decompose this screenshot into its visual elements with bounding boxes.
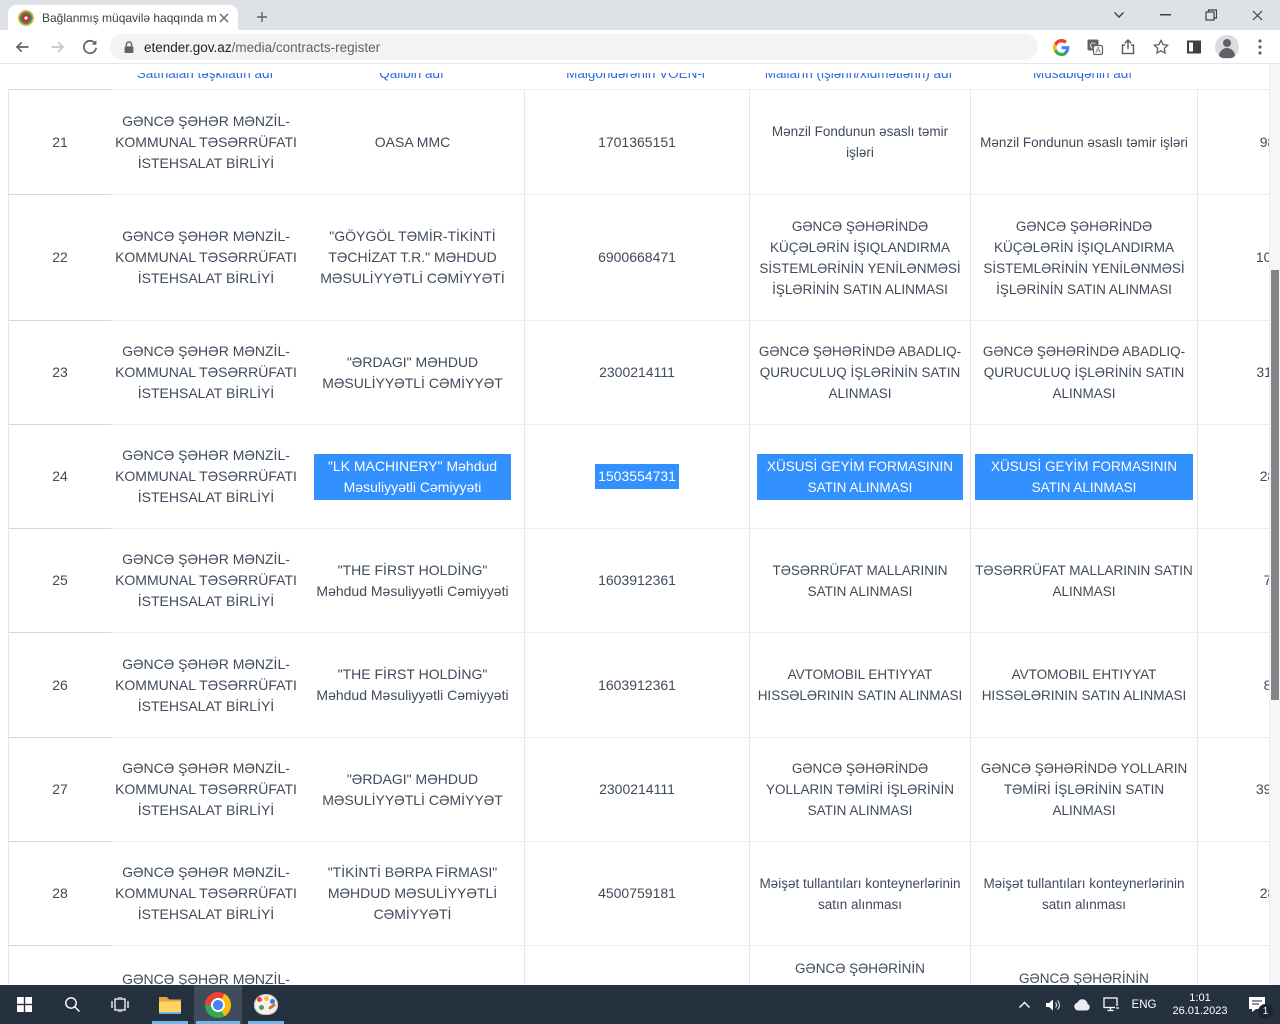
browser-tab[interactable]: Bağlanmış müqavilə haqqında mə [8, 5, 238, 30]
browser-toolbar: etender.gov.az/media/contracts-register … [0, 30, 1280, 64]
header-num [8, 73, 110, 89]
header-goods[interactable]: Malların (işlərin/xidmətlərin) adı [748, 73, 969, 89]
action-center-button[interactable]: 1 [1240, 985, 1274, 1024]
system-tray: ENG 1:01 26.01.2023 1 [1012, 985, 1280, 1024]
start-button[interactable] [0, 985, 48, 1024]
selected-text: XÜSUSİ GEYİM FORMASININ SATIN ALINMASI [975, 454, 1193, 500]
clock-time: 1:01 [1189, 992, 1210, 1004]
table-row: 28 GƏNCƏ ŞƏHƏR MƏNZİL-KOMMUNAL TƏSƏRRÜFA… [9, 841, 1280, 945]
paint-button[interactable] [242, 985, 290, 1024]
url-domain: etender.gov.az [144, 40, 232, 55]
selected-text: "LK MACHINERY" Məhdud Məsuliyyətli Cəmiy… [314, 454, 511, 500]
toolbar-actions: GA [1045, 34, 1276, 60]
start-icon [17, 997, 32, 1012]
window-controls [1096, 0, 1280, 30]
network-icon[interactable] [1099, 985, 1124, 1024]
table-row: 25 GƏNCƏ ŞƏHƏR MƏNZİL-KOMMUNAL TƏSƏRRÜFA… [9, 528, 1280, 632]
file-explorer-button[interactable] [146, 985, 194, 1024]
new-tab-button[interactable] [252, 7, 272, 27]
tab-title: Bağlanmış müqavilə haqqında mə [42, 11, 216, 25]
header-org[interactable]: Satınalan təşkilatın adı [110, 73, 300, 89]
profile-avatar[interactable] [1210, 34, 1243, 60]
header-voen[interactable]: Malgöndərənin VÖEN-i [523, 73, 748, 89]
task-view-button[interactable] [96, 985, 144, 1024]
restore-button[interactable] [1188, 0, 1234, 30]
translate-icon[interactable]: GA [1078, 34, 1111, 60]
header-winner[interactable]: Qalibin adı [300, 73, 523, 89]
screen: Bağlanmış müqavilə haqqında mə [0, 0, 1280, 1024]
table-row: 21 GƏNCƏ ŞƏHƏR MƏNZİL-KOMMUNAL TƏSƏRRÜFA… [9, 89, 1280, 194]
forward-icon[interactable] [46, 35, 70, 59]
url-path: /media/contracts-register [232, 40, 381, 55]
onedrive-cloud-icon[interactable] [1070, 985, 1095, 1024]
google-g-icon[interactable] [1045, 34, 1078, 60]
url-text: etender.gov.az/media/contracts-register [144, 40, 380, 55]
taskbar-clock[interactable]: 1:01 26.01.2023 [1164, 992, 1236, 1018]
tab-strip: Bağlanmış müqavilə haqqında mə [0, 0, 1280, 30]
tab-close-icon[interactable] [216, 10, 232, 26]
taskbar-search-button[interactable] [48, 985, 96, 1024]
vertical-scrollbar[interactable] [1269, 64, 1280, 985]
table-header-row: Satınalan təşkilatın adı Qalibin adı Mal… [8, 73, 1280, 89]
header-amount [1196, 73, 1280, 89]
clock-date: 26.01.2023 [1172, 1005, 1227, 1017]
hidden-icons-chevron-icon[interactable] [1012, 985, 1037, 1024]
chrome-icon [205, 992, 231, 1018]
selected-text: XÜSUSİ GEYİM FORMASININ SATIN ALINMASI [757, 454, 963, 500]
language-indicator[interactable]: ENG [1128, 999, 1160, 1011]
paint-icon [254, 994, 278, 1015]
kebab-menu-icon[interactable] [1243, 34, 1276, 60]
svg-text:A: A [1095, 46, 1101, 55]
chrome-taskbar-button[interactable] [194, 985, 242, 1024]
task-view-icon [111, 997, 129, 1012]
close-window-button[interactable] [1234, 0, 1280, 30]
side-panel-icon[interactable] [1177, 34, 1210, 60]
selected-text: 1503554731 [595, 464, 679, 489]
bookmark-star-icon[interactable] [1144, 34, 1177, 60]
table-row: 22 GƏNCƏ ŞƏHƏR MƏNZİL-KOMMUNAL TƏSƏRRÜFA… [9, 194, 1280, 320]
header-tender[interactable]: Müsabiqənin adı [969, 73, 1196, 89]
tab-search-chevron-icon[interactable] [1096, 0, 1142, 30]
minimize-button[interactable] [1142, 0, 1188, 30]
notification-badge: 1 [1258, 1004, 1273, 1019]
table-row: 27 GƏNCƏ ŞƏHƏR MƏNZİL-KOMMUNAL TƏSƏRRÜFA… [9, 737, 1280, 841]
back-icon[interactable] [10, 35, 34, 59]
file-explorer-icon [158, 995, 182, 1015]
page-content: Satınalan təşkilatın adı Qalibin adı Mal… [0, 64, 1280, 985]
lock-icon[interactable] [122, 40, 136, 55]
search-icon [64, 996, 81, 1013]
table-row: 23 GƏNCƏ ŞƏHƏR MƏNZİL-KOMMUNAL TƏSƏRRÜFA… [9, 320, 1280, 424]
share-icon[interactable] [1111, 34, 1144, 60]
url-bar[interactable]: etender.gov.az/media/contracts-register [110, 34, 1038, 60]
table-row-selected: 24 GƏNCƏ ŞƏHƏR MƏNZİL-KOMMUNAL TƏSƏRRÜFA… [9, 424, 1280, 528]
table-row: 26 GƏNCƏ ŞƏHƏR MƏNZİL-KOMMUNAL TƏSƏRRÜFA… [9, 632, 1280, 737]
taskbar: ENG 1:01 26.01.2023 1 [0, 985, 1280, 1024]
reload-icon[interactable] [78, 35, 102, 59]
site-favicon-icon [18, 10, 34, 26]
speaker-icon[interactable] [1041, 985, 1066, 1024]
table-row-partial: GƏNCƏ ŞƏHƏR MƏNZİL- GƏNCƏ ŞƏHƏRİNİN GƏNC… [9, 945, 1280, 985]
scrollbar-thumb[interactable] [1271, 270, 1279, 700]
contracts-table: 21 GƏNCƏ ŞƏHƏR MƏNZİL-KOMMUNAL TƏSƏRRÜFA… [8, 89, 1280, 985]
